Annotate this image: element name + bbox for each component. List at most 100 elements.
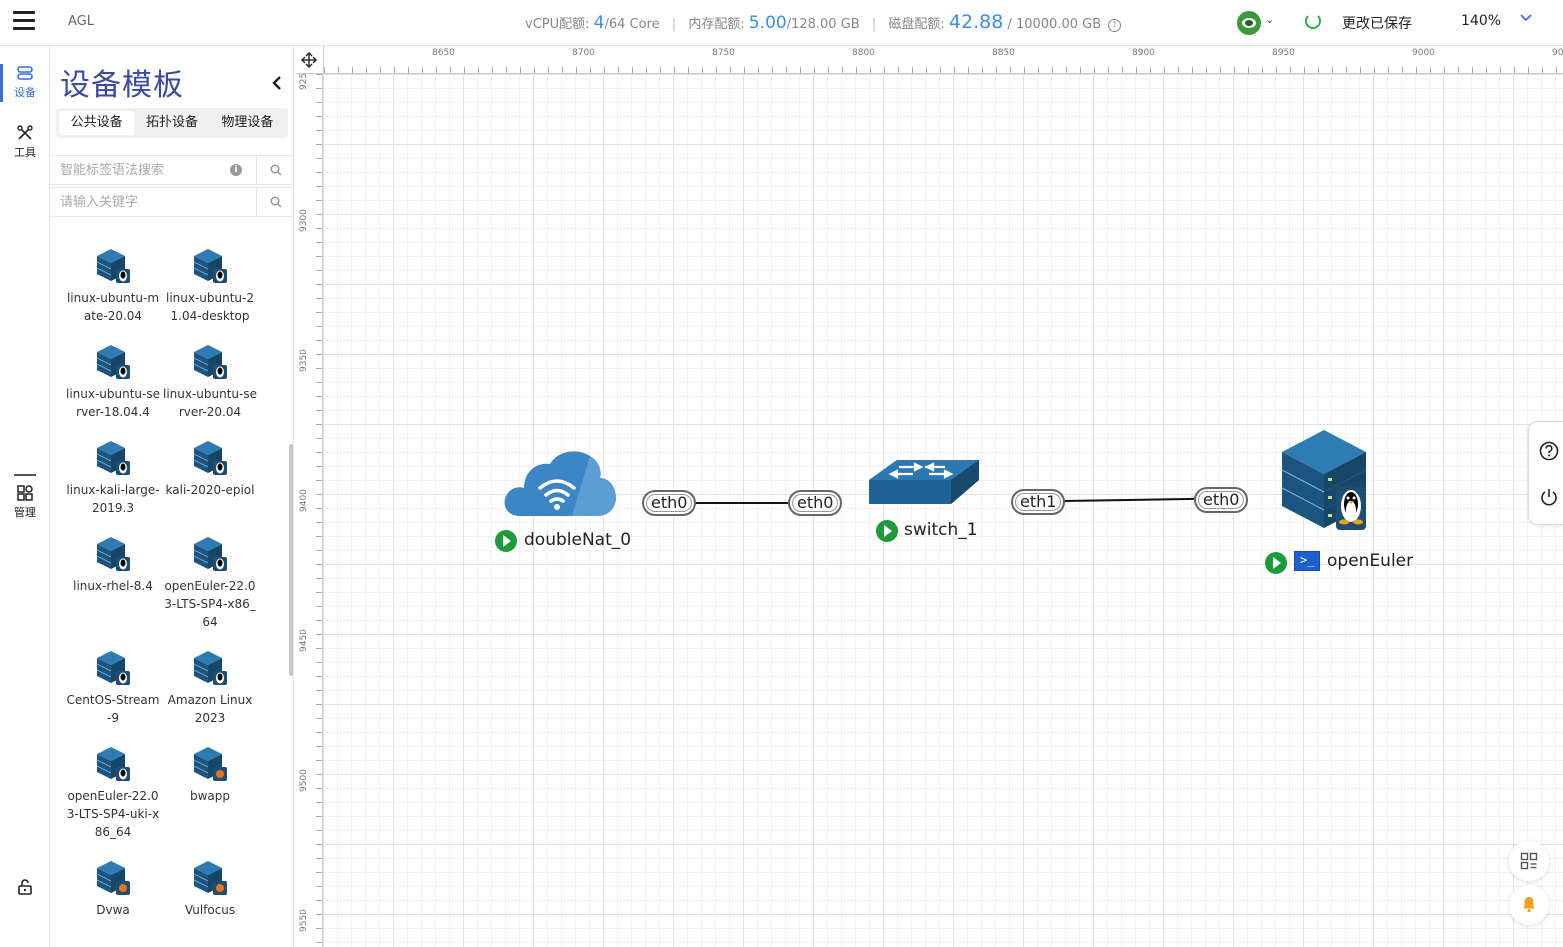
server-template-icon <box>96 537 130 571</box>
device-template-label: bwapp <box>189 789 231 803</box>
keyword-search-button[interactable] <box>256 188 294 216</box>
power-icon[interactable] <box>1539 487 1559 507</box>
server-port-eth0[interactable]: eth0 <box>1194 487 1249 513</box>
chevron-down-icon[interactable]: ⌄ <box>1265 13 1274 26</box>
smart-search-row: i <box>50 155 294 185</box>
console-icon[interactable]: >_ <box>1294 551 1320 571</box>
server-template-icon <box>96 747 130 781</box>
save-status: 更改已保存 <box>1342 16 1412 32</box>
tab-public-devices[interactable]: 公共设备 <box>59 111 135 135</box>
rail-devices-label: 设备 <box>14 86 36 99</box>
nat-node-label[interactable]: doubleNat_0 <box>524 530 631 550</box>
device-template-label: linux-kali-large-2019.3 <box>66 483 160 515</box>
search-icon <box>270 164 282 176</box>
device-template-label: linux-rhel-8.4 <box>73 579 153 593</box>
device-template-item[interactable]: linux-ubuntu-21.04-desktop <box>162 247 258 325</box>
device-template-item[interactable]: linux-kali-large-2019.3 <box>65 439 161 517</box>
ruler-left-label: 9450 <box>299 629 309 652</box>
link-nat-switch[interactable] <box>694 502 790 504</box>
switch-port-eth0[interactable]: eth0 <box>788 490 843 516</box>
device-template-item[interactable]: Dvwa <box>65 859 161 919</box>
quota-summary: vCPU配额: 4/64 Core | 内存配额: 5.00/128.00 GB… <box>525 11 1122 33</box>
search-icon <box>270 196 282 208</box>
ruler-top-label: 8750 <box>712 48 735 58</box>
device-template-label: linux-ubuntu-server-18.04.4 <box>65 387 161 419</box>
app-title: AGL <box>68 14 94 29</box>
zoom-level[interactable]: 140% <box>1461 13 1501 29</box>
tab-physical-devices[interactable]: 物理设备 <box>210 111 285 135</box>
notifications-button[interactable] <box>1509 885 1549 925</box>
server-template-icon <box>193 249 227 283</box>
server-icon[interactable] <box>1280 422 1368 534</box>
ruler-left-label: 9500 <box>299 769 309 792</box>
switch-node-label[interactable]: switch_1 <box>904 520 978 540</box>
side-toolbar <box>1528 421 1563 525</box>
switch-run-icon[interactable] <box>876 520 898 542</box>
device-template-item[interactable]: CentOS-Stream-9 <box>65 649 161 727</box>
menu-icon[interactable] <box>13 11 35 31</box>
ruler-top-label: 9000 <box>1412 48 1435 58</box>
rail-manage[interactable]: 管理 <box>0 484 50 520</box>
top-bar: AGL vCPU配额: 4/64 Core | 内存配额: 5.00/128.0… <box>0 0 1563 46</box>
collapse-panel-icon[interactable] <box>270 74 284 92</box>
device-template-label: linux-ubuntu-21.04-desktop <box>165 291 255 323</box>
move-icon <box>301 52 317 68</box>
device-template-item[interactable]: linux-rhel-8.4 <box>65 535 161 595</box>
bell-icon <box>1523 897 1535 913</box>
rail-tools[interactable]: 工具 <box>0 124 50 160</box>
disk-total: / 10000.00 GB <box>1007 17 1102 32</box>
rail-devices[interactable]: 设备 <box>0 64 50 102</box>
saved-status-icon <box>1305 13 1321 29</box>
device-template-label: Amazon Linux 2023 <box>167 693 253 725</box>
mem-used: 5.00 <box>748 13 787 33</box>
server-template-icon <box>96 651 130 685</box>
cloud-nat-icon[interactable] <box>502 446 618 518</box>
apps-button[interactable] <box>1509 841 1549 881</box>
device-template-item[interactable]: openEuler-22.03-LTS-SP4-x86_64 <box>162 535 258 631</box>
server-run-icon[interactable] <box>1265 552 1287 574</box>
device-template-item[interactable]: linux-ubuntu-server-20.04 <box>162 343 258 421</box>
ruler-top: 8650 8700 8750 8800 8850 8900 8950 9000 90 <box>324 46 1563 74</box>
device-template-item[interactable]: linux-ubuntu-server-18.04.4 <box>65 343 161 421</box>
syntax-help-icon[interactable]: i <box>230 164 242 176</box>
disk-label: 磁盘配额: <box>888 17 945 32</box>
device-template-label: Dvwa <box>96 903 130 917</box>
nat-port-eth0[interactable]: eth0 <box>642 490 697 516</box>
device-template-item[interactable]: Amazon Linux 2023 <box>162 649 258 727</box>
zoom-chevron-icon[interactable] <box>1520 12 1532 24</box>
server-template-icon <box>193 441 227 475</box>
panel-scrollbar[interactable] <box>289 444 293 676</box>
ruler-top-label: 8850 <box>992 48 1015 58</box>
device-template-item[interactable]: openEuler-22.03-LTS-SP4-uki-x86_64 <box>65 745 161 841</box>
ruler-left-label: 9300 <box>299 209 309 232</box>
switch-port-eth1[interactable]: eth1 <box>1011 489 1066 515</box>
user-avatar[interactable] <box>1237 11 1261 35</box>
lock-icon[interactable] <box>16 878 34 896</box>
server-node-label[interactable]: openEuler <box>1327 551 1413 571</box>
server-template-icon <box>193 747 227 781</box>
help-icon[interactable] <box>1539 441 1559 461</box>
smart-search-input[interactable] <box>50 156 254 184</box>
device-template-item[interactable]: Vulfocus <box>162 859 258 919</box>
smart-search-button[interactable] <box>256 156 294 184</box>
server-template-icon <box>96 441 130 475</box>
pan-tool-button[interactable] <box>295 46 324 74</box>
device-template-item[interactable]: linux-ubuntu-mate-20.04 <box>65 247 161 325</box>
device-template-label: linux-ubuntu-server-20.04 <box>162 387 258 419</box>
ruler-top-label: 8700 <box>572 48 595 58</box>
keyword-search-input[interactable] <box>50 188 254 216</box>
device-template-item[interactable]: bwapp <box>162 745 258 805</box>
vcpu-label: vCPU配额: <box>525 17 590 32</box>
tools-icon <box>17 125 33 140</box>
device-tabs: 公共设备 拓扑设备 物理设备 <box>56 108 288 138</box>
nat-run-icon[interactable] <box>495 530 517 552</box>
device-template-item[interactable]: kali-2020-epiol <box>162 439 258 499</box>
server-template-icon <box>193 861 227 895</box>
server-template-icon <box>96 861 130 895</box>
keyword-search-row <box>50 187 294 217</box>
panel-title: 设备模板 <box>60 68 184 103</box>
device-template-label: openEuler-22.03-LTS-SP4-x86_64 <box>164 579 256 629</box>
tab-topology-devices[interactable]: 拓扑设备 <box>134 111 209 135</box>
switch-icon[interactable] <box>867 458 983 508</box>
info-icon[interactable]: ! <box>1108 19 1122 32</box>
